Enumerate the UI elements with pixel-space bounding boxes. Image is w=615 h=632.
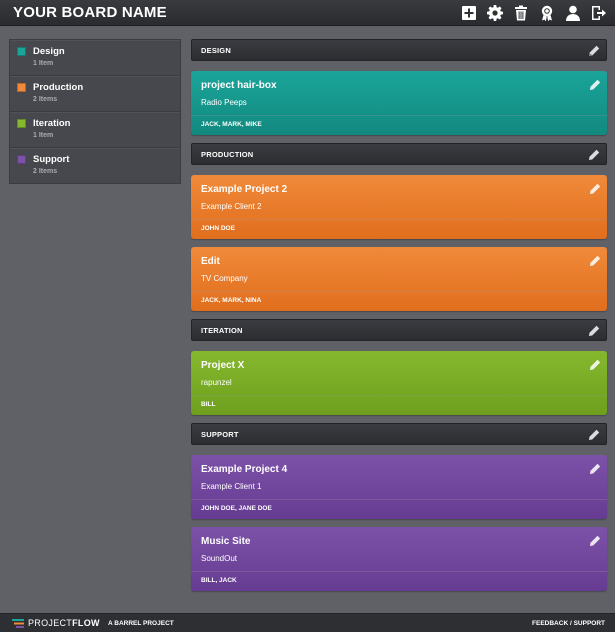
section-header-design: DESIGN: [191, 39, 607, 61]
section-title: PRODUCTION: [201, 150, 254, 159]
card-divider: [191, 291, 607, 292]
card-title: project hair-box: [201, 80, 277, 91]
card-people: BILL, JACK: [201, 577, 237, 584]
sidebar-item-support[interactable]: Support 2 Items: [10, 148, 180, 184]
brand-text-light: PROJECT: [28, 618, 73, 628]
edit-pencil-icon[interactable]: [589, 534, 601, 546]
section-header-production: PRODUCTION: [191, 143, 607, 165]
card-client: rapunzel: [201, 378, 232, 387]
feedback-link[interactable]: FEEDBACK: [532, 620, 568, 627]
section-title: SUPPORT: [201, 430, 239, 439]
card-client: Radio Peeps: [201, 98, 247, 107]
project-board: DESIGN project hair-box Radio Peeps JACK…: [191, 39, 607, 599]
project-card[interactable]: Project X rapunzel BILL: [191, 351, 607, 415]
card-client: SoundOut: [201, 554, 238, 563]
production-color-swatch: [17, 83, 26, 92]
card-title: Project X: [201, 360, 245, 371]
support-link[interactable]: SUPPORT: [574, 620, 605, 627]
card-people: JOHN DOE: [201, 225, 235, 232]
card-people: JACK, MARK, MIKE: [201, 121, 262, 128]
sidebar-item-design[interactable]: Design 1 Item: [10, 40, 180, 76]
section-header-support: SUPPORT: [191, 423, 607, 445]
project-card[interactable]: Example Project 2 Example Client 2 JOHN …: [191, 175, 607, 239]
project-card[interactable]: Music Site SoundOut BILL, JACK: [191, 527, 607, 591]
category-sidebar: Design 1 Item Production 2 Items Iterati…: [9, 39, 181, 184]
iteration-color-swatch: [17, 119, 26, 128]
sidebar-item-iteration[interactable]: Iteration 1 Item: [10, 112, 180, 148]
card-divider: [191, 571, 607, 572]
section-title: ITERATION: [201, 326, 243, 335]
sidebar-item-label: Design: [33, 46, 65, 57]
sidebar-item-count: 2 Items: [33, 96, 58, 103]
footer-bar: PROJECTFLOW A BARREL PROJECT FEEDBACK / …: [0, 613, 615, 632]
card-title: Music Site: [201, 536, 251, 547]
sidebar-item-label: Production: [33, 82, 84, 93]
board-title: YOUR BOARD NAME: [13, 4, 167, 21]
edit-pencil-icon[interactable]: [589, 182, 601, 194]
card-divider: [191, 219, 607, 220]
section-title: DESIGN: [201, 46, 231, 55]
sidebar-item-label: Support: [33, 154, 70, 165]
sidebar-item-count: 1 Item: [33, 132, 54, 139]
sidebar-item-count: 1 Item: [33, 60, 54, 67]
edit-pencil-icon[interactable]: [589, 254, 601, 266]
card-title: Example Project 4: [201, 464, 288, 475]
toolbar: [460, 4, 607, 22]
design-color-swatch: [17, 47, 26, 56]
footer-tagline: A BARREL PROJECT: [108, 620, 174, 627]
edit-pencil-icon[interactable]: [589, 358, 601, 370]
edit-pencil-icon[interactable]: [588, 44, 600, 56]
card-client: Example Client 1: [201, 482, 262, 491]
section-header-iteration: ITERATION: [191, 319, 607, 341]
gear-icon[interactable]: [486, 5, 503, 22]
trash-icon[interactable]: [512, 5, 529, 22]
card-people: BILL: [201, 401, 216, 408]
project-card[interactable]: project hair-box Radio Peeps JACK, MARK,…: [191, 71, 607, 135]
award-icon[interactable]: [538, 5, 555, 22]
card-title: Example Project 2: [201, 184, 288, 195]
sidebar-item-label: Iteration: [33, 118, 71, 129]
projectflow-logo-icon: [12, 619, 24, 628]
project-card[interactable]: Edit TV Company JACK, MARK, NINA: [191, 247, 607, 311]
card-people: JACK, MARK, NINA: [201, 297, 262, 304]
sidebar-item-count: 2 Items: [33, 168, 58, 175]
logout-icon[interactable]: [590, 5, 607, 22]
project-card[interactable]: Example Project 4 Example Client 1 JOHN …: [191, 455, 607, 519]
top-bar: YOUR BOARD NAME: [0, 0, 615, 26]
card-client: TV Company: [201, 274, 248, 283]
card-title: Edit: [201, 256, 220, 267]
edit-pencil-icon[interactable]: [589, 462, 601, 474]
footer-links: FEEDBACK / SUPPORT: [532, 620, 605, 627]
edit-pencil-icon[interactable]: [589, 78, 601, 90]
support-color-swatch: [17, 155, 26, 164]
card-divider: [191, 115, 607, 116]
brand-text-bold: FLOW: [72, 618, 100, 628]
card-people: JOHN DOE, JANE DOE: [201, 505, 272, 512]
edit-pencil-icon[interactable]: [588, 148, 600, 160]
edit-pencil-icon[interactable]: [588, 428, 600, 440]
edit-pencil-icon[interactable]: [588, 324, 600, 336]
brand-logo: PROJECTFLOW: [28, 618, 100, 628]
card-client: Example Client 2: [201, 202, 262, 211]
card-divider: [191, 499, 607, 500]
card-divider: [191, 395, 607, 396]
sidebar-item-production[interactable]: Production 2 Items: [10, 76, 180, 112]
add-icon[interactable]: [460, 5, 477, 22]
user-icon[interactable]: [564, 5, 581, 22]
